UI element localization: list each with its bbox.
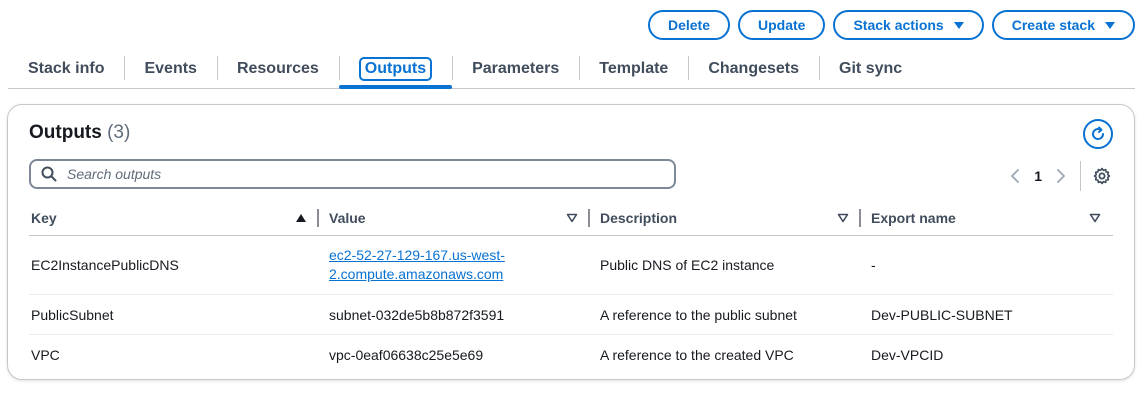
header-label: Export name bbox=[871, 210, 956, 226]
outputs-panel: Outputs (3) 1 bbox=[7, 104, 1135, 380]
cell-key: VPC bbox=[31, 346, 60, 363]
sort-descending-icon bbox=[1089, 213, 1101, 223]
cell-value: vpc-0eaf06638c25e5e69 bbox=[329, 346, 484, 363]
pager-divider bbox=[1080, 161, 1081, 191]
preferences-button[interactable] bbox=[1091, 165, 1113, 187]
tab-label: Resources bbox=[236, 60, 319, 77]
outputs-table: Key Value Description Export name EC2Ins… bbox=[29, 201, 1113, 374]
panel-title-text: Outputs bbox=[29, 122, 102, 143]
tab-label: Outputs bbox=[358, 57, 433, 81]
caret-down-icon bbox=[953, 21, 964, 29]
table-row: PublicSubnet subnet-032de5b8b872f3591 A … bbox=[29, 294, 1113, 335]
search-icon bbox=[41, 166, 57, 182]
tab-outputs[interactable]: Outputs bbox=[338, 50, 453, 89]
search-outputs-field bbox=[29, 159, 676, 189]
tab-events[interactable]: Events bbox=[124, 50, 216, 88]
delete-button[interactable]: Delete bbox=[647, 10, 730, 40]
tab-git-sync[interactable]: Git sync bbox=[819, 50, 922, 88]
stack-action-bar: Delete Update Stack actions Create stack bbox=[647, 10, 1135, 40]
column-header-description[interactable]: Description bbox=[590, 201, 861, 236]
tab-label: Changesets bbox=[708, 60, 800, 77]
column-header-key[interactable]: Key bbox=[29, 201, 319, 236]
outputs-count: (3) bbox=[107, 122, 131, 143]
pagination: 1 bbox=[1004, 161, 1113, 191]
tab-stack-info[interactable]: Stack info bbox=[8, 50, 124, 88]
panel-title: Outputs (3) bbox=[29, 122, 130, 144]
create-stack-button[interactable]: Create stack bbox=[991, 10, 1135, 40]
caret-down-icon bbox=[1105, 21, 1115, 29]
delete-label: Delete bbox=[667, 17, 710, 33]
value-link[interactable]: ec2-52-27-129-167.us-west- 2.compute.amaz… bbox=[329, 246, 505, 284]
header-label: Value bbox=[329, 210, 366, 226]
refresh-icon bbox=[1092, 126, 1105, 140]
sort-descending-icon bbox=[566, 213, 578, 223]
sort-ascending-icon bbox=[296, 214, 306, 222]
tab-changesets[interactable]: Changesets bbox=[688, 50, 819, 88]
cell-value: ec2-52-27-129-167.us-west- 2.compute.amaz… bbox=[319, 235, 590, 295]
tab-label: Events bbox=[144, 60, 197, 77]
value-link-line: ec2-52-27-129-167.us-west- bbox=[329, 247, 505, 263]
cell-description: Public DNS of EC2 instance bbox=[590, 235, 861, 295]
table-header-row: Key Value Description Export name bbox=[29, 201, 1113, 236]
cell-export-name: - bbox=[861, 235, 1113, 295]
tab-label: Stack info bbox=[28, 60, 105, 77]
search-input[interactable] bbox=[65, 165, 629, 183]
tab-label: Git sync bbox=[839, 60, 903, 77]
chevron-right-icon bbox=[1057, 169, 1065, 183]
settings-icon bbox=[1093, 167, 1111, 185]
cell-description: A reference to the created VPC bbox=[600, 346, 794, 363]
cell-key: PublicSubnet bbox=[29, 294, 319, 335]
create-stack-label: Create stack bbox=[1011, 17, 1095, 33]
cell-description: A reference to the public subnet bbox=[590, 294, 861, 335]
update-label: Update bbox=[758, 17, 806, 33]
cell-export-name: Dev-VPCID bbox=[871, 346, 944, 363]
value-link-line: 2.compute.amazonaws.com bbox=[329, 266, 504, 282]
previous-page-button[interactable] bbox=[1004, 165, 1026, 187]
cell-key: EC2InstancePublicDNS bbox=[29, 235, 319, 295]
sort-descending-icon bbox=[837, 213, 849, 223]
page-number[interactable]: 1 bbox=[1034, 168, 1042, 184]
refresh-button[interactable] bbox=[1083, 119, 1113, 149]
cell-export-name: Dev-PUBLIC-SUBNET bbox=[861, 294, 1113, 335]
chevron-left-icon bbox=[1011, 169, 1020, 183]
next-page-button[interactable] bbox=[1050, 165, 1072, 187]
tab-label: Template bbox=[599, 60, 669, 77]
stack-actions-button[interactable]: Stack actions bbox=[833, 10, 984, 40]
table-row: VPC vpc-0eaf06638c25e5e69 A reference to… bbox=[29, 335, 1113, 375]
cell-value: subnet-032de5b8b872f3591 bbox=[319, 294, 590, 335]
column-header-export-name[interactable]: Export name bbox=[861, 201, 1113, 236]
column-header-value[interactable]: Value bbox=[319, 201, 590, 236]
tab-resources[interactable]: Resources bbox=[216, 50, 339, 88]
tab-template[interactable]: Template bbox=[579, 50, 688, 88]
stack-tabs: Stack info Events Resources Outputs Para… bbox=[8, 50, 1135, 89]
header-label: Description bbox=[600, 210, 678, 226]
header-label: Key bbox=[31, 210, 57, 226]
stack-actions-label: Stack actions bbox=[853, 17, 944, 33]
table-row: EC2InstancePublicDNS ec2-52-27-129-167.u… bbox=[29, 235, 1113, 295]
tab-parameters[interactable]: Parameters bbox=[452, 50, 579, 88]
tab-label: Parameters bbox=[472, 60, 560, 77]
update-button[interactable]: Update bbox=[738, 10, 826, 40]
